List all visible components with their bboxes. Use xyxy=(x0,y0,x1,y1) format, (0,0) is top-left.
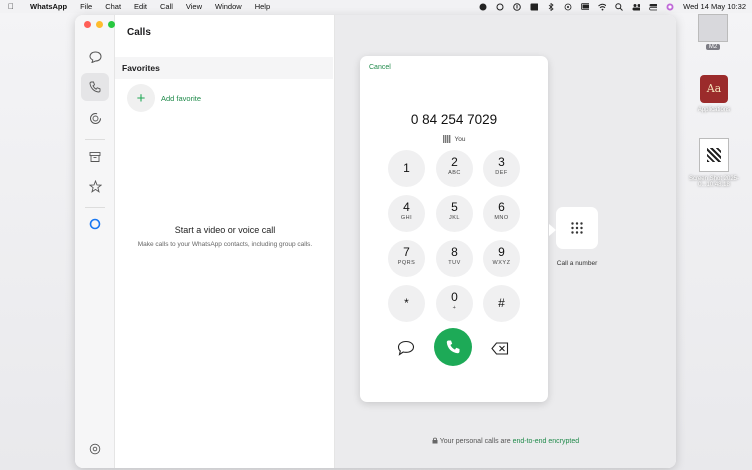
whatsapp-window: Calls Favorites + Add favorite Start a v… xyxy=(75,15,676,468)
backspace-button[interactable] xyxy=(490,338,510,358)
apple-icon[interactable]:  xyxy=(6,2,16,11)
spotlight-search-icon[interactable] xyxy=(615,2,624,11)
menu-view[interactable]: View xyxy=(186,2,202,11)
call-button[interactable] xyxy=(434,328,472,366)
minimize-window-button[interactable] xyxy=(96,21,103,28)
desktop-item-m2[interactable]: M2 xyxy=(683,14,743,50)
desktop-item-label: Applications xyxy=(697,107,731,113)
menu-chat[interactable]: Chat xyxy=(105,2,121,11)
key-2[interactable]: 2 ABC xyxy=(436,150,473,187)
menu-call[interactable]: Call xyxy=(160,2,173,11)
screenshot-thumbnail-icon xyxy=(699,138,729,172)
caller-avatar-icon xyxy=(442,135,451,143)
siri-icon[interactable] xyxy=(666,3,674,11)
chats-nav-button[interactable] xyxy=(81,43,109,71)
info-icon[interactable] xyxy=(513,2,521,11)
meta-ai-nav-button[interactable] xyxy=(81,210,109,238)
message-button[interactable] xyxy=(396,338,416,358)
nav-rail xyxy=(75,15,115,468)
key-hash[interactable]: # xyxy=(483,285,520,322)
airdrop-icon[interactable] xyxy=(564,3,572,11)
status-icons: Wed 14 May 10:32 xyxy=(479,0,746,13)
desktop-item-label: M2 xyxy=(705,44,721,50)
key-6[interactable]: 6 MNO xyxy=(483,195,520,232)
key-0[interactable]: 0 + xyxy=(436,285,473,322)
dialer-card: Cancel 0 84 254 7029 You 1 2 ABC 3 DEF 4 GH… xyxy=(360,56,548,402)
users-icon[interactable] xyxy=(632,3,641,11)
calls-nav-button[interactable] xyxy=(81,73,109,101)
bluetooth-icon[interactable] xyxy=(547,2,555,11)
plus-icon: + xyxy=(127,84,155,112)
main-area: Cancel 0 84 254 7029 You 1 2 ABC 3 DEF 4 GH… xyxy=(335,15,676,468)
record-icon[interactable] xyxy=(479,3,487,11)
encryption-notice: Your personal calls are end-to-end encry… xyxy=(335,437,676,445)
archive-icon xyxy=(89,152,101,162)
chat-bubble-icon xyxy=(88,51,102,63)
rail-divider xyxy=(85,139,105,140)
wifi-icon[interactable] xyxy=(598,3,607,11)
menu-file[interactable]: File xyxy=(80,2,92,11)
window-controls xyxy=(84,21,115,28)
encryption-link[interactable]: end-to-end encrypted xyxy=(513,438,580,445)
key-4[interactable]: 4 GHI xyxy=(388,195,425,232)
rail-divider xyxy=(85,207,105,208)
menu-bar:  WhatsApp File Chat Edit Call View Wind… xyxy=(0,0,752,13)
key-8[interactable]: 8 TUV xyxy=(436,240,473,277)
key-9[interactable]: 9 WXYZ xyxy=(483,240,520,277)
us-keyboard-icon[interactable] xyxy=(530,3,539,11)
gear-icon xyxy=(89,443,101,455)
caller-id-label: You xyxy=(454,135,466,143)
backspace-icon xyxy=(491,341,509,355)
key-3[interactable]: 3 DEF xyxy=(483,150,520,187)
star-icon xyxy=(88,179,102,193)
menu-help[interactable]: Help xyxy=(255,2,270,11)
key-7[interactable]: 7 PQRS xyxy=(388,240,425,277)
close-window-button[interactable] xyxy=(84,21,91,28)
phone-icon xyxy=(89,81,101,93)
cancel-button[interactable]: Cancel xyxy=(369,64,391,71)
meta-ai-icon xyxy=(89,218,101,230)
maximize-window-button[interactable] xyxy=(108,21,115,28)
calls-panel: Calls Favorites + Add favorite Start a v… xyxy=(115,15,335,468)
caller-id: You xyxy=(360,135,548,143)
call-a-number-button[interactable] xyxy=(556,207,598,249)
layers-icon[interactable] xyxy=(496,3,504,11)
keypad-icon xyxy=(571,222,583,234)
settings-nav-button[interactable] xyxy=(81,435,109,463)
battery-icon[interactable] xyxy=(581,3,590,11)
phone-call-icon xyxy=(446,340,460,354)
key-1[interactable]: 1 xyxy=(388,150,425,187)
archived-nav-button[interactable] xyxy=(81,143,109,171)
favorites-header: Favorites xyxy=(115,57,333,79)
dialer-pointer xyxy=(549,224,556,236)
menu-app-name[interactable]: WhatsApp xyxy=(30,2,67,11)
menubar-clock[interactable]: Wed 14 May 10:32 xyxy=(683,2,746,11)
folder-thumbnail-icon xyxy=(698,14,728,42)
status-icon xyxy=(89,112,101,124)
add-favorite-label: Add favorite xyxy=(161,93,202,103)
call-a-number-label: Call a number xyxy=(556,260,598,267)
menu-window[interactable]: Window xyxy=(215,2,242,11)
menu-edit[interactable]: Edit xyxy=(134,2,147,11)
desktop-item-screenshot[interactable]: Screen Shot 2025-0...10.48.18 xyxy=(684,138,744,188)
add-favorite-button[interactable]: + Add favorite xyxy=(127,84,201,112)
message-bubble-icon xyxy=(397,340,415,356)
control-center-icon[interactable] xyxy=(649,3,658,11)
page-title: Calls xyxy=(127,27,151,38)
dictionary-app-icon: Aa xyxy=(700,75,728,103)
updates-nav-button[interactable] xyxy=(81,104,109,132)
dialed-number: 0 84 254 7029 xyxy=(410,112,498,127)
desktop-item-applications[interactable]: Aa Applications xyxy=(684,75,744,113)
starred-nav-button[interactable] xyxy=(81,172,109,200)
encryption-text: Your personal calls are xyxy=(439,438,513,445)
empty-state-title: Start a video or voice call xyxy=(174,225,276,235)
key-star[interactable]: * xyxy=(388,285,425,322)
key-5[interactable]: 5 JKL xyxy=(436,195,473,232)
empty-state-subtitle: Make calls to your WhatsApp contacts, in… xyxy=(137,241,313,248)
desktop-item-label: Screen Shot 2025-0...10.48.18 xyxy=(688,176,740,188)
lock-icon xyxy=(432,437,438,444)
